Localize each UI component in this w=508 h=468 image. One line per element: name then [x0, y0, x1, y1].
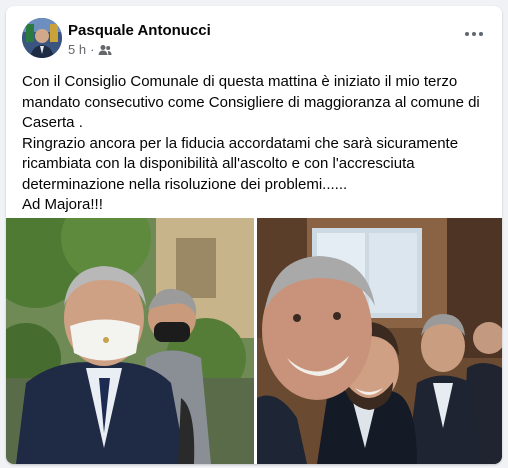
- photo-group-selfie: [257, 218, 502, 464]
- more-dot: [465, 32, 469, 36]
- post-photo-right[interactable]: [257, 218, 502, 464]
- author-name[interactable]: Pasquale Antonucci: [68, 22, 211, 39]
- post-header: Pasquale Antonucci 5 h ·: [6, 6, 502, 66]
- post-card: Pasquale Antonucci 5 h · Con il Consigli…: [6, 6, 502, 464]
- more-dot: [479, 32, 483, 36]
- post-time[interactable]: 5 h: [68, 42, 86, 57]
- friends-icon: [98, 44, 112, 55]
- post-paragraph: Con il Consiglio Comunale di questa matt…: [22, 73, 480, 131]
- post-paragraph: Ringrazio ancora per la fiducia accordat…: [22, 134, 459, 193]
- post-text: Con il Consiglio Comunale di questa matt…: [22, 72, 492, 216]
- author-avatar[interactable]: [22, 18, 62, 58]
- post-photo-left[interactable]: [6, 218, 254, 464]
- meta-separator: ·: [90, 42, 95, 57]
- more-dot: [472, 32, 476, 36]
- post-meta: 5 h ·: [68, 42, 112, 57]
- more-horizontal-icon[interactable]: [460, 24, 488, 44]
- post-paragraph: Ad Majora!!!: [22, 196, 103, 213]
- photo-man-with-mask: [6, 218, 254, 464]
- avatar-image: [22, 18, 62, 58]
